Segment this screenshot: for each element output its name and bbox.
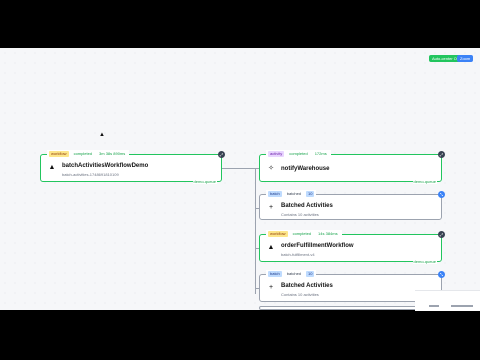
node-status: batched (286, 190, 302, 196)
node-status: batched (286, 270, 302, 276)
node-title: notifyWarehouse (281, 166, 330, 172)
node-kind-badge: workflow (49, 150, 69, 157)
node-tag-row: workflow completed 14s 384ms (266, 230, 342, 237)
workflow-icon: ▲ (267, 244, 275, 251)
node-status: completed (73, 150, 93, 156)
workflow-graph-canvas[interactable]: Auto-center On Zoom ▲ workflow completed… (0, 48, 480, 310)
node-title: Batched Activities (281, 203, 333, 209)
node-tag-row: activity completed 172ms (266, 150, 331, 157)
node-status: completed (292, 230, 312, 236)
activity-node-notify-warehouse[interactable]: activity completed 172ms ⤢ ✧ notifyWareh… (259, 150, 445, 184)
collapse-icon[interactable]: ⤡ (438, 271, 445, 278)
root-workflow-node[interactable]: workflow completed 3m 38s 890ms ⤢ ▲ batc… (40, 150, 225, 184)
node-title: batchActivitiesWorkflowDemo (62, 163, 149, 169)
node-subtitle: batch-fulfillment-v4 (281, 252, 315, 257)
node-subtitle: batch-activities-1748691810109 (62, 172, 119, 177)
node-queue: demo-queue (412, 259, 437, 264)
node-duration: 172ms (314, 150, 327, 156)
child-workflow-node[interactable]: workflow completed 14s 384ms ⤢ ▲ orderFu… (259, 230, 445, 264)
expand-icon[interactable]: ⤢ (438, 231, 445, 238)
node-count-badge: 10 (306, 270, 315, 277)
minimap[interactable] (415, 290, 480, 311)
node-count-badge: 10 (306, 190, 315, 197)
activity-icon: ✧ (268, 165, 274, 172)
batch-plus-icon[interactable]: + (267, 284, 275, 291)
expand-icon[interactable]: ⤢ (438, 151, 445, 158)
node-queue: demo-queue (412, 179, 437, 184)
minimap-marker (429, 305, 439, 307)
node-kind-badge: batch (268, 190, 282, 197)
node-title: orderFulfillmentWorkflow (281, 243, 354, 249)
batch-plus-icon[interactable]: + (267, 204, 275, 211)
node-tag-row: batch batched 10 (266, 190, 317, 197)
node-kind-badge: workflow (268, 230, 288, 237)
node-subtitle: Contains 10 activities (281, 292, 319, 297)
mouse-cursor-icon: ▲ (99, 132, 105, 138)
node-title: Batched Activities (281, 283, 333, 289)
expand-icon[interactable]: ⤢ (218, 151, 225, 158)
node-queue: demo-queue (192, 179, 217, 184)
edge-root-to-activity (222, 168, 259, 169)
minimap-marker (451, 305, 473, 307)
zoom-button[interactable]: Zoom (457, 55, 474, 62)
collapse-icon[interactable]: ⤡ (438, 191, 445, 198)
node-duration: 3m 38s 890ms (99, 150, 126, 156)
batch-node-1[interactable]: batch batched 10 ⤡ + Batched Activities … (259, 190, 445, 220)
node-duration: 14s 384ms (318, 230, 338, 236)
node-tag-row: workflow completed 3m 38s 890ms (47, 150, 130, 157)
workflow-icon: ▲ (48, 164, 56, 171)
node-kind-badge: activity (268, 150, 285, 157)
node-subtitle: Contains 10 activities (281, 212, 319, 217)
node-kind-badge: batch (268, 270, 282, 277)
node-status: completed (289, 150, 308, 156)
edge-trunk (255, 168, 256, 294)
node-tag-row: batch batched 10 (266, 270, 317, 277)
